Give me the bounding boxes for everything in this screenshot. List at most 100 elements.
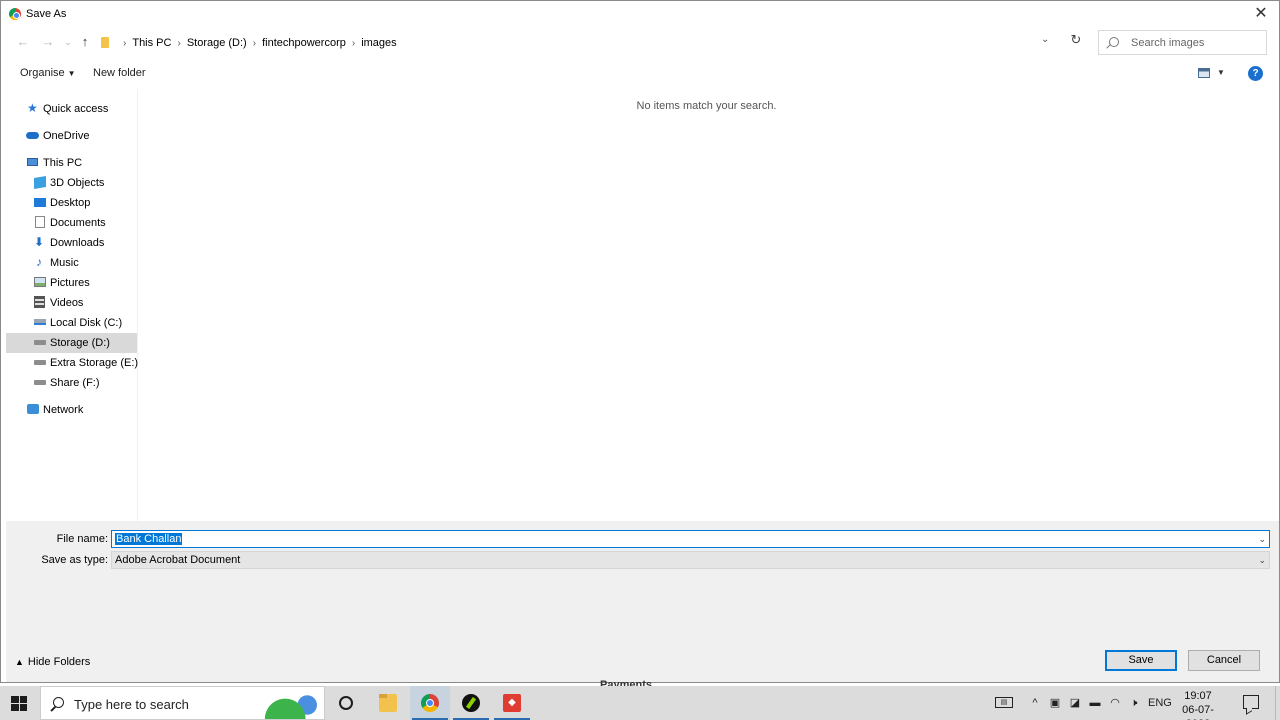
chrome-button[interactable] bbox=[410, 686, 450, 720]
breadcrumb-fintechpowercorp[interactable]: fintechpowercorp bbox=[262, 37, 346, 49]
breadcrumb-separator[interactable]: › bbox=[253, 38, 256, 49]
sidebar-item-local-disk-c[interactable]: Local Disk (C:) bbox=[6, 313, 137, 333]
back-arrow-icon[interactable]: ← bbox=[15, 34, 31, 50]
windows-start-icon[interactable] bbox=[11, 696, 27, 711]
save-as-dialog: Save As ✕ ← → ⌄ ↑ › This PC › Storage (D… bbox=[0, 0, 1280, 683]
file-name-field[interactable]: Bank Challan ⌄ bbox=[111, 530, 1270, 548]
chevron-up-icon[interactable]: ^ bbox=[1028, 696, 1042, 710]
navigation-pane: ★ Quick access OneDrive This PC 3D Objec… bbox=[6, 89, 138, 521]
taskbar-search-box[interactable]: Type here to search bbox=[40, 686, 325, 720]
cube-icon bbox=[34, 175, 46, 190]
search-highlight-icon bbox=[262, 691, 320, 719]
sidebar-item-label: Desktop bbox=[50, 197, 91, 209]
forward-arrow-icon[interactable]: → bbox=[40, 34, 56, 50]
sidebar-item-downloads[interactable]: ⬇ Downloads bbox=[6, 233, 137, 253]
star-icon: ★ bbox=[27, 101, 38, 115]
caret-down-icon[interactable]: ▼ bbox=[1217, 68, 1225, 77]
breadcrumb-separator: › bbox=[123, 37, 127, 49]
chevron-down-icon[interactable]: ⌄ bbox=[1258, 534, 1266, 545]
address-dropdown-icon[interactable]: ⌄ bbox=[1041, 34, 1049, 45]
taskbar-search-label: Type here to search bbox=[74, 697, 189, 712]
save-as-type-select[interactable]: Adobe Acrobat Document ⌄ bbox=[111, 551, 1270, 569]
search-box[interactable] bbox=[1098, 30, 1267, 55]
volume-muted-icon[interactable]: 🕨 bbox=[1127, 696, 1141, 710]
meet-now-icon[interactable]: ▣ bbox=[1048, 696, 1062, 710]
up-arrow-icon[interactable]: ↑ bbox=[77, 34, 93, 50]
sidebar-item-desktop[interactable]: Desktop bbox=[6, 193, 137, 213]
red-app-icon: ◆ bbox=[503, 694, 521, 712]
refresh-icon[interactable]: ↻ bbox=[1068, 32, 1084, 48]
language-indicator[interactable]: ENG bbox=[1148, 696, 1172, 710]
sidebar-item-music[interactable]: ♪ Music bbox=[6, 253, 137, 273]
sidebar-item-quick-access[interactable]: ★ Quick access bbox=[6, 99, 137, 119]
title-bar: Save As ✕ bbox=[1, 1, 1279, 27]
file-explorer-button[interactable] bbox=[368, 686, 408, 720]
search-input[interactable] bbox=[1131, 35, 1261, 51]
music-icon: ♪ bbox=[36, 255, 42, 269]
sidebar-item-label: Music bbox=[50, 257, 79, 269]
sidebar-item-storage-d[interactable]: Storage (D:) bbox=[6, 333, 137, 353]
sidebar-item-label: Share (F:) bbox=[50, 377, 100, 389]
sidebar-item-label: OneDrive bbox=[43, 130, 90, 142]
taskbar: Type here to search ◆ ▤ ^ ▣ ◪ ▬ ◠ 🕨 ENG … bbox=[0, 686, 1280, 720]
hide-folders-label: Hide Folders bbox=[27, 656, 91, 668]
view-options-icon[interactable] bbox=[1198, 68, 1210, 78]
breadcrumb-this-pc[interactable]: This PC bbox=[132, 37, 171, 49]
show-desktop-button[interactable] bbox=[1275, 686, 1280, 720]
green-app-button[interactable] bbox=[451, 686, 491, 720]
sidebar-item-label: Extra Storage (E:) bbox=[50, 357, 139, 369]
new-folder-button[interactable]: New folder bbox=[93, 67, 146, 79]
sidebar-item-share-f[interactable]: Share (F:) bbox=[6, 373, 137, 393]
save-as-type-value: Adobe Acrobat Document bbox=[115, 554, 241, 566]
battery-icon[interactable]: ▬ bbox=[1088, 696, 1102, 710]
sidebar-item-label: Documents bbox=[50, 217, 106, 229]
organise-button[interactable]: Organise ▼ bbox=[20, 67, 76, 79]
address-bar[interactable]: › This PC › Storage (D:) › fintechpowerc… bbox=[94, 31, 1089, 54]
notifications-icon[interactable] bbox=[1243, 695, 1259, 709]
save-options-panel: File name: Bank Challan ⌄ Save as type: … bbox=[6, 521, 1279, 682]
drive-icon bbox=[34, 319, 46, 325]
chrome-icon bbox=[9, 8, 21, 20]
cortana-button[interactable] bbox=[326, 686, 366, 720]
window-title: Save As bbox=[26, 8, 67, 20]
breadcrumb-images[interactable]: images bbox=[361, 37, 396, 49]
breadcrumb: › This PC › Storage (D:) › fintechpowerc… bbox=[117, 37, 397, 49]
file-explorer-icon bbox=[379, 694, 397, 712]
file-name-value[interactable]: Bank Challan bbox=[115, 533, 183, 545]
hide-folders-button[interactable]: ▲ Hide Folders bbox=[15, 656, 90, 668]
cancel-button[interactable]: Cancel bbox=[1188, 650, 1260, 671]
sidebar-item-extra-storage-e[interactable]: Extra Storage (E:) bbox=[6, 353, 139, 373]
chevron-down-icon[interactable]: ⌄ bbox=[1258, 555, 1266, 566]
help-icon[interactable]: ? bbox=[1248, 66, 1263, 81]
cortana-icon bbox=[339, 696, 353, 710]
sidebar-item-3d-objects[interactable]: 3D Objects bbox=[6, 173, 137, 193]
pictures-icon bbox=[34, 277, 46, 287]
app-tray-icon[interactable]: ◪ bbox=[1068, 696, 1082, 710]
sidebar-item-label: Storage (D:) bbox=[50, 337, 110, 349]
sidebar-item-pictures[interactable]: Pictures bbox=[6, 273, 137, 293]
network-icon bbox=[27, 404, 39, 414]
save-as-type-label: Save as type: bbox=[41, 554, 108, 566]
sidebar-item-label: Videos bbox=[50, 297, 84, 309]
sidebar-item-this-pc[interactable]: This PC bbox=[6, 153, 137, 173]
breadcrumb-separator[interactable]: › bbox=[352, 38, 355, 49]
close-icon[interactable]: ✕ bbox=[1249, 3, 1273, 25]
sidebar-item-onedrive[interactable]: OneDrive bbox=[6, 126, 137, 146]
breadcrumb-storage-d[interactable]: Storage (D:) bbox=[187, 37, 247, 49]
news-widget-icon[interactable]: ▤ bbox=[995, 697, 1013, 708]
green-app-icon bbox=[462, 694, 480, 712]
clock[interactable]: 19:07 06-07-2022 bbox=[1173, 689, 1223, 720]
sidebar-item-label: Network bbox=[43, 404, 84, 416]
wifi-icon[interactable]: ◠ bbox=[1108, 696, 1122, 710]
sidebar-item-network[interactable]: Network bbox=[6, 400, 137, 420]
save-button[interactable]: Save bbox=[1105, 650, 1177, 671]
breadcrumb-separator[interactable]: › bbox=[177, 38, 180, 49]
sidebar-item-videos[interactable]: Videos bbox=[6, 293, 137, 313]
recent-locations-icon[interactable]: ⌄ bbox=[60, 34, 76, 50]
search-icon bbox=[53, 697, 64, 708]
sidebar-item-label: Pictures bbox=[50, 277, 90, 289]
file-list-area[interactable]: No items match your search. bbox=[139, 89, 1279, 521]
red-app-button[interactable]: ◆ bbox=[492, 686, 532, 720]
drive-icon bbox=[34, 360, 46, 365]
sidebar-item-documents[interactable]: Documents bbox=[6, 213, 137, 233]
